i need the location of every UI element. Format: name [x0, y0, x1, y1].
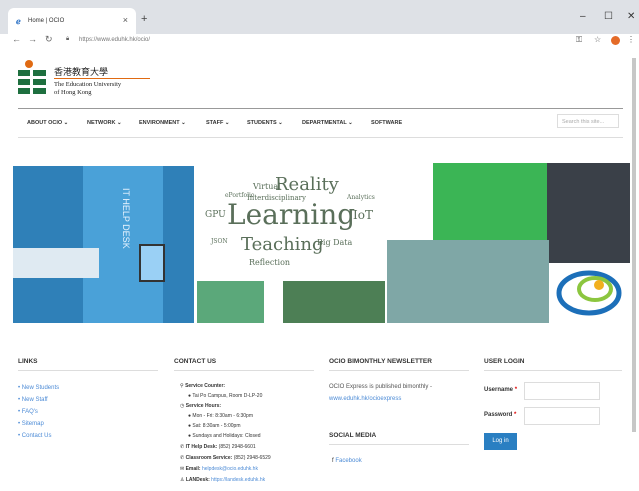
lock-icon: 🔒︎ [66, 36, 70, 42]
computer-lab-photo [387, 240, 549, 323]
browser-tab[interactable]: ℯ Home | OCIO × [8, 8, 136, 34]
reload-icon[interactable]: ↻ [45, 34, 53, 45]
ie-favicon-icon: ℯ [16, 17, 21, 26]
minimize-button[interactable]: – [580, 11, 586, 22]
ocio-logo-image [549, 263, 630, 323]
key-icon[interactable]: ⚿ [576, 35, 582, 45]
facebook-icon: f [332, 458, 334, 464]
green-texture-photo [283, 281, 385, 323]
forward-arrow-icon[interactable]: → [28, 34, 37, 44]
hours-weekday: ● Mon - Fri: 8:30am - 6:30pm [188, 413, 253, 419]
envelope-icon: ✉ [180, 466, 185, 472]
newsletter-heading: OCIO BIMONTHLY NEWSLETTER [329, 358, 432, 365]
newsletter-text: OCIO Express is published bimonthly - [329, 384, 433, 390]
service-hours-row: ◷ Service Hours: [180, 403, 222, 409]
logo-mark-icon [18, 60, 48, 95]
maximize-button[interactable]: ☐ [604, 11, 613, 22]
link-sitemap[interactable]: • Sitemap [18, 421, 44, 427]
nav-software[interactable]: SOFTWARE [371, 120, 402, 126]
classroom-service-row: ✆ Classroom Service: (852) 2948-6529 [180, 455, 271, 461]
hours-saturday: ● Sat: 8:30am - 5:00pm [188, 423, 241, 429]
site-search-input[interactable]: Search this site... [557, 114, 619, 128]
url-field[interactable]: https://www.eduhk.hk/ocio/ [79, 37, 589, 47]
logo-english-line1: The Education University [54, 81, 122, 88]
password-input[interactable] [524, 407, 600, 425]
tab-close-icon[interactable]: × [123, 15, 128, 25]
user-login-heading: USER LOGIN [484, 358, 525, 365]
address-bar-row: ← → ↻ 🔒︎ https://www.eduhk.hk/ocio/ ⚿ ☆ … [0, 34, 639, 48]
nav-environment[interactable]: ENVIRONMENT ⌄ [139, 120, 186, 126]
new-tab-button[interactable]: + [141, 13, 147, 25]
user-icon: ♙ [180, 477, 185, 483]
bookmark-star-icon[interactable]: ☆ [594, 35, 601, 44]
newsletter-link[interactable]: www.eduhk.hk/ocioexpress [329, 396, 401, 402]
studio-photo [547, 163, 630, 263]
ocio-swirl-icon [556, 270, 622, 316]
nav-network[interactable]: NETWORK ⌄ [87, 120, 122, 126]
support-key-photo [197, 281, 264, 323]
password-label: Password * [484, 412, 517, 418]
help-desk-row: ✆ IT Help Desk: (852) 2948-6601 [180, 444, 256, 450]
logo-english-line2: of Hong Kong [54, 89, 92, 96]
hours-closed: ● Sundays and Holidays: Closed [188, 433, 261, 439]
banner-collage: IT HELP DESK Reality Learning Teaching V… [13, 163, 630, 323]
nav-departmental[interactable]: DEPARTMENTAL ⌄ [302, 120, 353, 126]
service-counter-value: ● Tai Po Campus, Room D-LP-20 [188, 393, 263, 399]
contact-heading: CONTACT US [174, 358, 217, 365]
university-logo[interactable]: 香港教育大學 The Education University of Hong … [18, 59, 158, 99]
link-new-students[interactable]: • New Students [18, 385, 59, 391]
link-faqs[interactable]: • FAQ's [18, 409, 38, 415]
tab-title: Home | OCIO [28, 18, 65, 24]
link-contact-us[interactable]: • Contact Us [18, 433, 51, 439]
nav-staff[interactable]: STAFF ⌄ [206, 120, 229, 126]
phone-icon: ✆ [180, 455, 185, 461]
it-help-desk-text: IT HELP DESK [121, 188, 131, 249]
username-label: Username * [484, 387, 518, 393]
email-row: ✉ Email: helpdesk@ocio.eduhk.hk [180, 466, 258, 472]
back-arrow-icon[interactable]: ← [12, 34, 21, 44]
word-cloud-image: Reality Learning Teaching Virtual GPU Io… [197, 166, 387, 278]
location-pin-icon: ⚲ [180, 383, 184, 389]
profile-avatar[interactable] [611, 36, 620, 45]
landesk-link[interactable]: https://landesk.eduhk.hk [211, 477, 265, 483]
main-navigation: ABOUT OCIO ⌄ NETWORK ⌄ ENVIRONMENT ⌄ STA… [18, 108, 623, 138]
username-input[interactable] [524, 382, 600, 400]
close-window-button[interactable]: ✕ [627, 11, 635, 22]
login-button[interactable]: Log in [484, 433, 517, 450]
it-help-desk-photo: IT HELP DESK [13, 166, 194, 323]
landesk-row: ♙ LANDesk: https://landesk.eduhk.hk [180, 477, 266, 483]
page-scrollbar[interactable] [632, 58, 636, 432]
link-new-staff[interactable]: • New Staff [18, 397, 48, 403]
clock-icon: ◷ [180, 403, 185, 409]
nav-about-ocio[interactable]: ABOUT OCIO ⌄ [27, 120, 68, 126]
phone-icon: ✆ [180, 444, 185, 450]
social-media-heading: SOCIAL MEDIA [329, 432, 377, 439]
service-counter-row: ⚲ Service Counter: [180, 383, 226, 389]
links-heading: LINKS [18, 358, 38, 365]
nav-students[interactable]: STUDENTS ⌄ [247, 120, 283, 126]
browser-menu-icon[interactable]: ⋮ [627, 35, 635, 44]
logo-chinese-name: 香港教育大學 [54, 68, 109, 78]
facebook-link[interactable]: f Facebook [332, 458, 362, 464]
green-screen-studio-photo [433, 163, 547, 240]
email-link[interactable]: helpdesk@ocio.eduhk.hk [202, 466, 258, 472]
